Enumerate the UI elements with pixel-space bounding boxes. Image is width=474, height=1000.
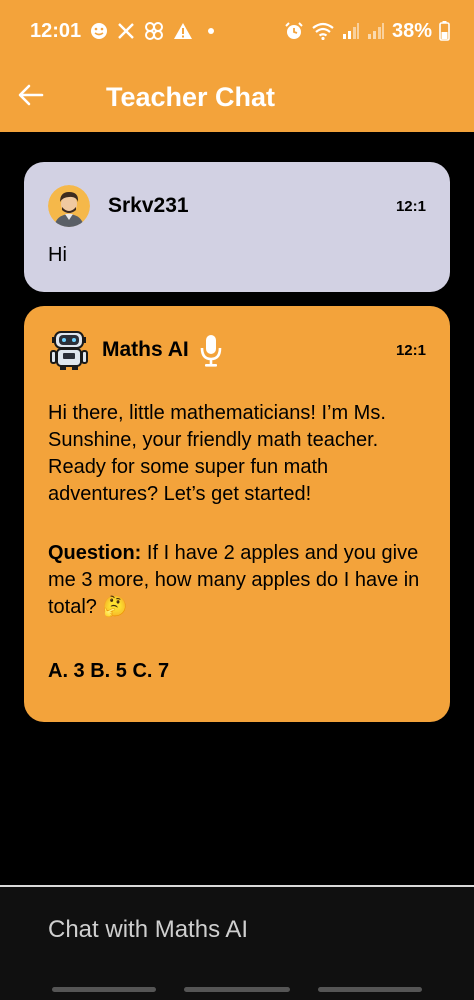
smiley-icon [90, 22, 108, 40]
page-title: Teacher Chat [106, 81, 276, 112]
message-time: 12:1 [395, 197, 426, 215]
arrow-left-icon [18, 84, 44, 111]
alarm-icon [284, 21, 304, 41]
answer-options: A. 3 B. 5 C. 7 [48, 660, 170, 682]
battery-icon [439, 21, 450, 41]
wifi-icon [311, 22, 335, 40]
user-avatar [48, 185, 90, 227]
message-header: Maths AI 12:1 [48, 328, 426, 372]
status-time: 12:01 [30, 19, 82, 42]
x-icon [117, 22, 135, 40]
dot-icon [208, 28, 215, 34]
nav-bar-button-recents[interactable] [52, 987, 156, 992]
question-label: Question: [48, 542, 142, 564]
message-header: Srkv231 12:1 [48, 184, 426, 228]
question-text: Question: If I have 2 apples and you giv… [48, 540, 428, 621]
sender-name: Srkv231 [108, 194, 189, 217]
message-text: Hi there, little mathematicians! I’m Ms.… [48, 402, 386, 505]
app-bar: Teacher Chat [0, 62, 474, 132]
status-bar: 12:01 38% [0, 0, 474, 62]
sender-name: Maths AI [102, 338, 189, 361]
microphone-icon[interactable] [199, 333, 223, 367]
back-button[interactable] [18, 72, 78, 122]
nav-bar-button-back[interactable] [318, 987, 422, 992]
message-bubble-user: Srkv231 12:1 Hi [24, 162, 450, 292]
pinwheel-icon [144, 21, 164, 41]
message-text: Hi [48, 244, 67, 266]
battery-percent: 38% [391, 19, 432, 42]
warning-icon [173, 22, 193, 40]
signal-icon [367, 22, 385, 40]
robot-icon [48, 329, 90, 371]
nav-bar-button-home[interactable] [184, 987, 290, 992]
chat-input-bar [0, 887, 474, 1000]
signal-icon [342, 22, 360, 40]
chat-input[interactable] [48, 913, 448, 947]
message-time: 12:1 [395, 341, 426, 359]
message-bubble-ai: Maths AI 12:1 Hi there, little mathemati… [24, 306, 450, 722]
